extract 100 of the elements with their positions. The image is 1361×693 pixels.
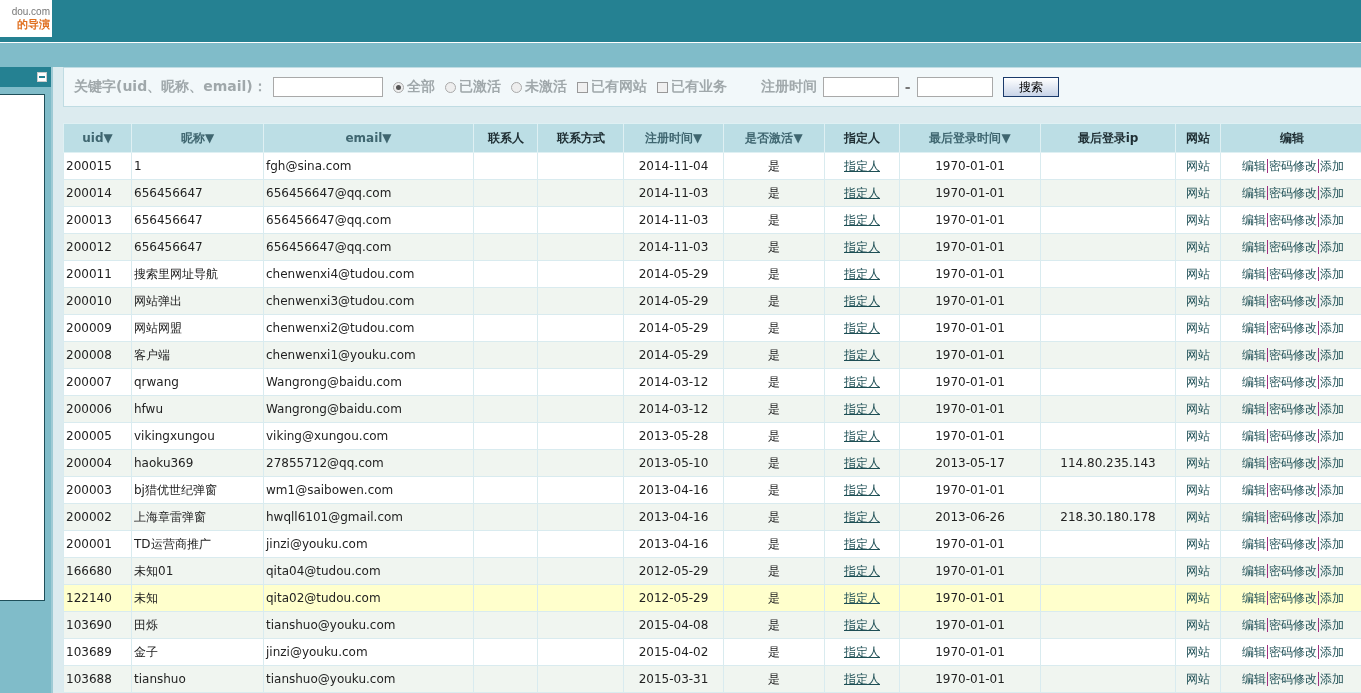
action-link[interactable]: 密码修改 (1269, 536, 1319, 551)
action-link[interactable]: 编辑 (1242, 401, 1268, 416)
action-link[interactable]: 编辑 (1242, 455, 1268, 470)
table-cell: 是 (723, 233, 825, 261)
table-row[interactable]: 122140 未知 qita02@tudou.com 2012-05-29 是 指定人 1970-01-01 网站 编辑 密码修改 添加 (63, 584, 1361, 612)
table-cell: 103689 (63, 638, 132, 666)
action-link[interactable]: 添加 (1320, 185, 1344, 200)
action-link[interactable]: 编辑 (1242, 536, 1268, 551)
action-link[interactable]: 添加 (1320, 536, 1344, 551)
table-cell: qrwang (131, 368, 264, 396)
column-header[interactable]: 最后登录时间▼ (899, 123, 1041, 153)
action-link[interactable]: 添加 (1320, 644, 1344, 659)
column-header[interactable]: 是否激活▼ (723, 123, 825, 153)
action-link[interactable]: 密码修改 (1269, 266, 1319, 281)
action-link[interactable]: 密码修改 (1269, 482, 1319, 497)
action-link[interactable]: 编辑 (1242, 239, 1268, 254)
action-link[interactable]: 编辑 (1242, 563, 1268, 578)
action-link[interactable]: 编辑 (1242, 509, 1268, 524)
table-row[interactable]: 200009 网站网盟 chenwenxi2@tudou.com 2014-05-29 是 指定人 1970-01-01 网站 编辑 密码修改 添加 (63, 314, 1361, 342)
action-link[interactable]: 添加 (1320, 509, 1344, 524)
table-row[interactable]: 200005 vikingxungou viking@xungou.com 2013-05-28 是 指定人 1970-01-01 网站 编辑 密码修改 添加 (63, 422, 1361, 450)
table-row[interactable]: 200008 客户端 chenwenxi1@youku.com 2014-05-29 是 指定人 1970-01-01 网站 编辑 密码修改 添加 (63, 341, 1361, 369)
table-row[interactable]: 200010 网站弹出 chenwenxi3@tudou.com 2014-05-29 是 指定人 1970-01-01 网站 编辑 密码修改 添加 (63, 287, 1361, 315)
table-row[interactable]: 200002 上海章雷弹窗 hwqll6101@gmail.com 2013-04-16 是 指定人 2013-06-26 218.30.180.178 网站 编辑 密码修改 添加 (63, 503, 1361, 531)
action-link[interactable]: 密码修改 (1269, 239, 1319, 254)
action-link[interactable]: 添加 (1320, 563, 1344, 578)
table-cell: 1970-01-01 (899, 260, 1041, 288)
table-row[interactable]: 200007 qrwang Wangrong@baidu.com 2014-03-12 是 指定人 1970-01-01 网站 编辑 密码修改 添加 (63, 368, 1361, 396)
table-row[interactable]: 200001 TD运营商推广 jinzi@youku.com 2013-04-16 是 指定人 1970-01-01 网站 编辑 密码修改 添加 (63, 530, 1361, 558)
table-cell: 2014-03-12 (623, 395, 724, 423)
action-link[interactable]: 密码修改 (1269, 455, 1319, 470)
table-row[interactable]: 200004 haoku369 27855712@qq.com 2013-05-10 是 指定人 2013-05-17 114.80.235.143 网站 编辑 密码修改 添加 (63, 449, 1361, 477)
action-link[interactable]: 密码修改 (1269, 185, 1319, 200)
table-row[interactable]: 200011 搜索里网址导航 chenwenxi4@tudou.com 2014-05-29 是 指定人 1970-01-01 网站 编辑 密码修改 添加 (63, 260, 1361, 288)
date-to-field[interactable] (916, 77, 993, 97)
table-row[interactable]: 200012 656456647 656456647@qq.com 2014-11-03 是 指定人 1970-01-01 网站 编辑 密码修改 添加 (63, 233, 1361, 261)
action-link[interactable]: 添加 (1320, 320, 1344, 335)
table-row[interactable]: 166680 未知01 qita04@tudou.com 2012-05-29 是 指定人 1970-01-01 网站 编辑 密码修改 添加 (63, 557, 1361, 585)
action-link[interactable]: 添加 (1320, 401, 1344, 416)
action-link[interactable]: 添加 (1320, 374, 1344, 389)
action-link[interactable]: 编辑 (1242, 671, 1268, 686)
action-link[interactable]: 密码修改 (1269, 590, 1319, 605)
search-button[interactable]: 搜索 (1002, 77, 1059, 97)
action-link[interactable]: 密码修改 (1269, 158, 1319, 173)
column-header[interactable]: 注册时间▼ (623, 123, 724, 153)
action-link[interactable]: 密码修改 (1269, 617, 1319, 632)
action-link[interactable]: 添加 (1320, 428, 1344, 443)
action-link[interactable]: 添加 (1320, 158, 1344, 173)
table-row[interactable]: 103688 tianshuo tianshuo@youku.com 2015-03-31 是 指定人 1970-01-01 网站 编辑 密码修改 添加 (63, 665, 1361, 693)
collapse-icon[interactable] (37, 72, 47, 82)
action-link[interactable]: 编辑 (1242, 428, 1268, 443)
table-cell: 2015-03-31 (623, 665, 724, 693)
table-row[interactable]: 200006 hfwu Wangrong@baidu.com 2014-03-12 是 指定人 1970-01-01 网站 编辑 密码修改 添加 (63, 395, 1361, 423)
action-link[interactable]: 密码修改 (1269, 320, 1319, 335)
table-row[interactable]: 200014 656456647 656456647@qq.com 2014-11-03 是 指定人 1970-01-01 网站 编辑 密码修改 添加 (63, 179, 1361, 207)
action-link[interactable]: 编辑 (1242, 320, 1268, 335)
action-link[interactable]: 密码修改 (1269, 293, 1319, 308)
action-link[interactable]: 添加 (1320, 455, 1344, 470)
action-link[interactable]: 添加 (1320, 266, 1344, 281)
action-link[interactable]: 添加 (1320, 347, 1344, 362)
table-cell: 1970-01-01 (899, 584, 1041, 612)
date-from-field[interactable] (822, 77, 899, 97)
table-row[interactable]: 200013 656456647 656456647@qq.com 2014-11-03 是 指定人 1970-01-01 网站 编辑 密码修改 添加 (63, 206, 1361, 234)
action-link[interactable]: 密码修改 (1269, 671, 1319, 686)
action-link[interactable]: 密码修改 (1269, 401, 1319, 416)
column-header[interactable]: email▼ (263, 123, 474, 153)
action-link[interactable]: 密码修改 (1269, 212, 1319, 227)
action-link[interactable]: 添加 (1320, 482, 1344, 497)
table-row[interactable]: 103690 田烁 tianshuo@youku.com 2015-04-08 是 指定人 1970-01-01 网站 编辑 密码修改 添加 (63, 611, 1361, 639)
table-cell: 1 (131, 152, 264, 180)
keyword-field[interactable] (272, 77, 383, 97)
column-header[interactable]: 昵称▼ (131, 123, 264, 153)
action-link[interactable]: 密码修改 (1269, 563, 1319, 578)
action-link[interactable]: 添加 (1320, 671, 1344, 686)
action-link[interactable]: 添加 (1320, 239, 1344, 254)
table-row[interactable]: 103689 金子 jinzi@youku.com 2015-04-02 是 指定人 1970-01-01 网站 编辑 密码修改 添加 (63, 638, 1361, 666)
action-link[interactable]: 密码修改 (1269, 509, 1319, 524)
action-link[interactable]: 编辑 (1242, 374, 1268, 389)
action-link[interactable]: 编辑 (1242, 158, 1268, 173)
table-cell: 1970-01-01 (899, 179, 1041, 207)
action-link[interactable]: 编辑 (1242, 347, 1268, 362)
action-link[interactable]: 编辑 (1242, 185, 1268, 200)
table-row[interactable]: 200015 1 fgh@sina.com 2014-11-04 是 指定人 1970-01-01 网站 编辑 密码修改 添加 (63, 152, 1361, 180)
table-row[interactable]: 200003 bj猎优世纪弹窗 wm1@saibowen.com 2013-04-16 是 指定人 1970-01-01 网站 编辑 密码修改 添加 (63, 476, 1361, 504)
action-link[interactable]: 添加 (1320, 293, 1344, 308)
action-link[interactable]: 编辑 (1242, 212, 1268, 227)
action-link[interactable]: 编辑 (1242, 617, 1268, 632)
column-header[interactable]: uid▼ (63, 123, 132, 153)
action-link[interactable]: 添加 (1320, 617, 1344, 632)
action-link[interactable]: 编辑 (1242, 482, 1268, 497)
action-link[interactable]: 密码修改 (1269, 644, 1319, 659)
action-link[interactable]: 密码修改 (1269, 428, 1319, 443)
action-link[interactable]: 密码修改 (1269, 374, 1319, 389)
action-link[interactable]: 密码修改 (1269, 347, 1319, 362)
action-link[interactable]: 编辑 (1242, 266, 1268, 281)
action-link[interactable]: 添加 (1320, 590, 1344, 605)
action-link[interactable]: 添加 (1320, 212, 1344, 227)
action-link[interactable]: 编辑 (1242, 590, 1268, 605)
action-link[interactable]: 编辑 (1242, 293, 1268, 308)
action-link[interactable]: 编辑 (1242, 644, 1268, 659)
